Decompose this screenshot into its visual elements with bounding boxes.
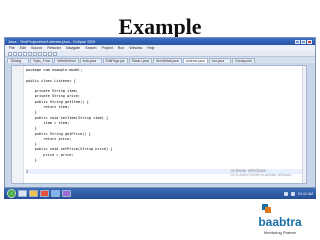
code-editor[interactable]: package com.example.model; public class L… <box>11 65 307 184</box>
menu-window[interactable]: Window <box>129 46 142 50</box>
tab-listener[interactable]: Listener.java <box>182 58 208 63</box>
menu-source[interactable]: Source <box>31 46 42 50</box>
menu-navigate[interactable]: Navigate <box>66 46 80 50</box>
save-icon[interactable] <box>13 51 17 56</box>
tab-editpage[interactable]: EditPage.jav <box>102 58 128 63</box>
start-button[interactable] <box>7 189 16 198</box>
new-icon[interactable] <box>8 51 12 56</box>
eclipse-window: Java - TestProject/src/Listener.java - E… <box>4 37 316 188</box>
folder-icon[interactable] <box>29 190 38 197</box>
window-controls <box>295 39 312 44</box>
baabtra-logo: baabtra Mentoring Partner <box>242 204 318 238</box>
close-button[interactable] <box>307 39 312 44</box>
open-type-icon[interactable] <box>38 51 42 56</box>
minimize-button[interactable] <box>295 39 300 44</box>
run-icon[interactable] <box>28 51 32 56</box>
window-titlebar: Java - TestProject/src/Listener.java - E… <box>5 38 315 45</box>
activate-windows-subtitle: Go to Action Center to activate Windows. <box>230 173 292 177</box>
volume-icon[interactable] <box>290 191 295 196</box>
tab-checkpoint[interactable]: Checkpoint <box>231 58 255 63</box>
logo-name: baabtra <box>258 215 302 229</box>
editor-tabs: JDialog Topic_Func WebMethod Instr.java … <box>5 57 315 63</box>
menu-run[interactable]: Run <box>118 46 125 50</box>
tab-topic-func[interactable]: Topic_Func <box>30 58 54 63</box>
back-icon[interactable] <box>48 51 52 56</box>
taskbar-clock[interactable]: 10:42 AM <box>298 192 313 196</box>
tab-webmethod[interactable]: WebMethod <box>54 58 79 63</box>
menu-file[interactable]: File <box>9 46 15 50</box>
tab-jdialog[interactable]: JDialog <box>7 58 29 63</box>
maximize-button[interactable] <box>301 39 306 44</box>
print-icon[interactable] <box>18 51 22 56</box>
line-gutter <box>12 66 24 183</box>
window-title: Java - TestProject/src/Listener.java - E… <box>8 39 96 44</box>
explorer-icon[interactable] <box>18 190 27 197</box>
code-area[interactable]: package com.example.model; public class L… <box>26 68 304 174</box>
baabtra-logo-mark-icon <box>262 204 271 213</box>
network-icon[interactable] <box>283 191 288 196</box>
logo-tagline: Mentoring Partner <box>263 230 296 235</box>
activate-windows-watermark: Activate Windows Go to Action Center to … <box>230 168 292 177</box>
vertical-scrollbar[interactable] <box>302 66 306 183</box>
forward-icon[interactable] <box>53 51 57 56</box>
new-class-icon[interactable] <box>33 51 37 56</box>
search-icon[interactable] <box>43 51 47 56</box>
eclipse-icon[interactable] <box>62 190 71 197</box>
system-tray: 10:42 AM <box>283 191 313 196</box>
windows-taskbar: 10:42 AM <box>4 188 316 199</box>
tab-instr[interactable]: Instr.java <box>79 58 102 63</box>
debug-icon[interactable] <box>23 51 27 56</box>
menu-search[interactable]: Search <box>85 46 96 50</box>
menu-edit[interactable]: Edit <box>20 46 26 50</box>
tab-list[interactable]: List.java <box>208 58 231 63</box>
menu-refactor[interactable]: Refactor <box>47 46 61 50</box>
menu-project[interactable]: Project <box>102 46 113 50</box>
browser-icon[interactable] <box>51 190 60 197</box>
media-icon[interactable] <box>40 190 49 197</box>
menu-help[interactable]: Help <box>147 46 154 50</box>
tab-stack1[interactable]: Stack1.java <box>128 58 153 63</box>
tab-itemdetail[interactable]: ItemDetail.java <box>153 58 182 63</box>
